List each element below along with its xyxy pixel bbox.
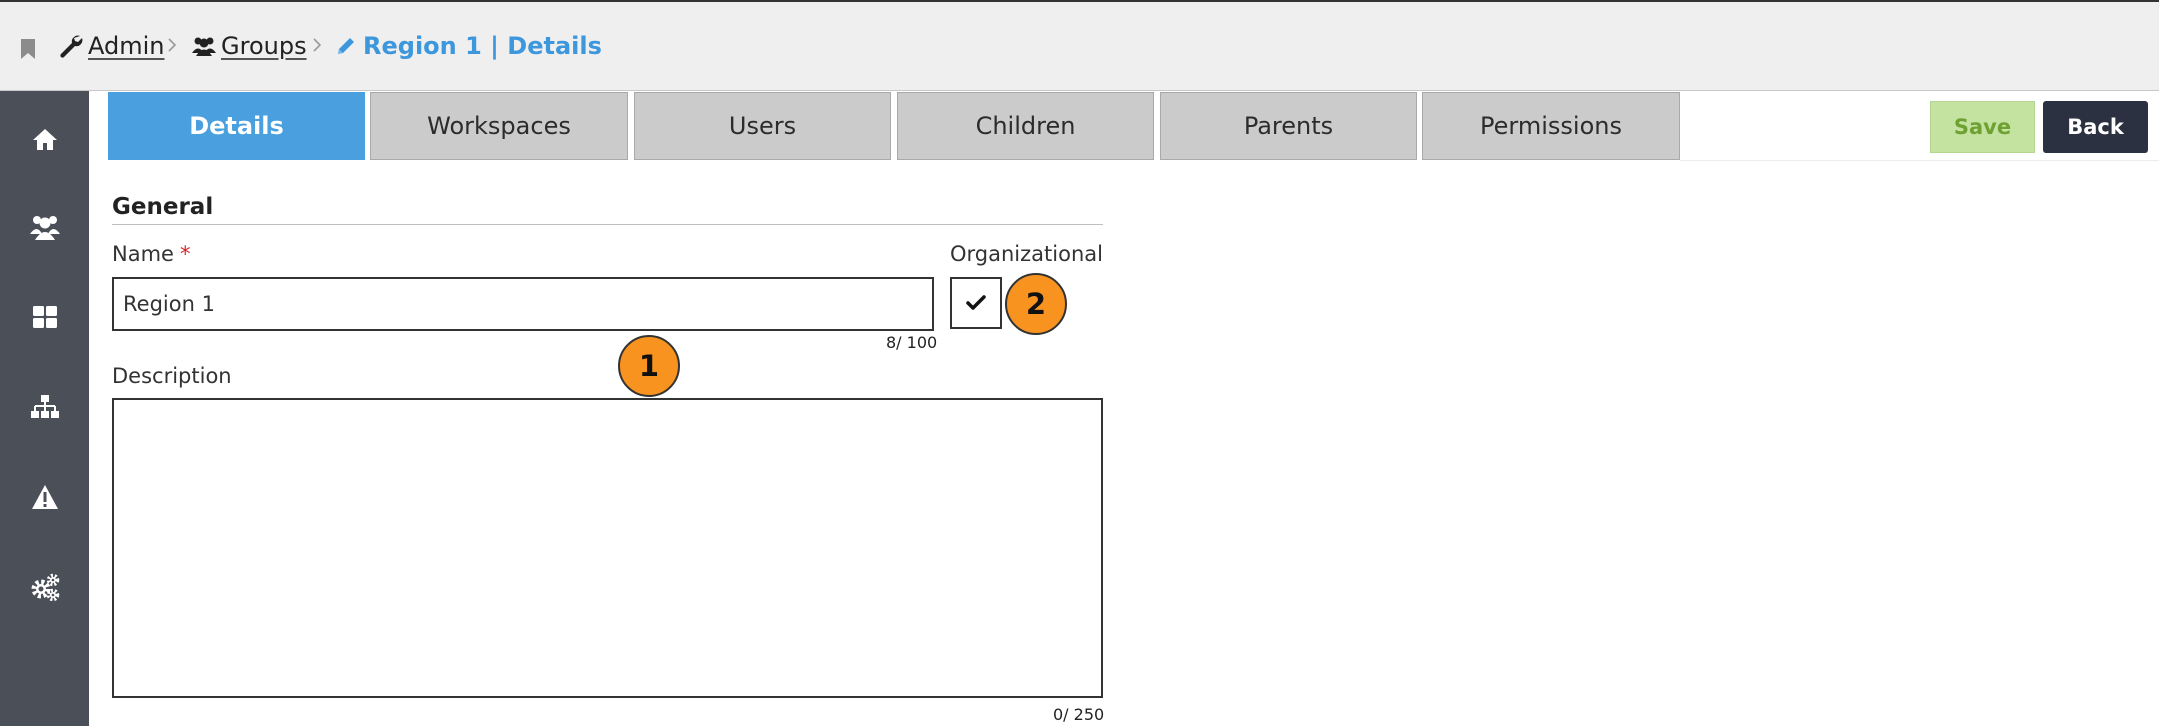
warning-icon [31, 485, 58, 509]
breadcrumb-label[interactable]: Admin [88, 32, 165, 60]
breadcrumb-current: Region 1 | Details [335, 32, 602, 60]
name-char-counter: 8/ 100 [886, 333, 938, 352]
sidebar-item-groups[interactable] [0, 197, 89, 257]
page-title: Region 1 | Details [363, 32, 602, 60]
grid-icon [32, 306, 57, 328]
description-char-counter: 0/ 250 [1053, 705, 1105, 724]
divider [1680, 160, 2159, 161]
name-label: Name * [112, 242, 190, 266]
tab-label: Workspaces [427, 112, 571, 140]
chevron-right-icon [168, 38, 177, 52]
tab-label: Users [728, 112, 797, 140]
users-icon [29, 216, 60, 240]
top-bar: Admin Groups Region 1 | Details [0, 0, 2159, 91]
description-label: Description [112, 364, 232, 388]
divider [112, 224, 1103, 225]
name-field[interactable]: Region 1 [112, 277, 934, 331]
sitemap-icon [30, 395, 59, 418]
tab-label: Parents [1243, 112, 1334, 140]
bookmark-icon[interactable] [20, 38, 36, 60]
breadcrumb-admin[interactable]: Admin [58, 32, 165, 60]
check-icon [966, 295, 986, 310]
tab-children[interactable]: Children [897, 92, 1154, 160]
tab-label: Permissions [1480, 112, 1622, 140]
annotation-marker-1: 1 [618, 335, 680, 397]
tab-label: Details [189, 112, 284, 140]
required-marker: * [179, 242, 191, 266]
sidebar-item-alerts[interactable] [0, 467, 89, 527]
breadcrumb-label[interactable]: Groups [221, 32, 307, 60]
users-icon [192, 37, 216, 56]
organizational-checkbox[interactable] [950, 277, 1002, 329]
name-field-value: Region 1 [123, 292, 215, 316]
save-button[interactable]: Save [1930, 101, 2035, 153]
home-icon [32, 129, 57, 150]
name-label-text: Name [112, 242, 174, 266]
sidebar-item-workspaces[interactable] [0, 287, 89, 347]
tab-permissions[interactable]: Permissions [1422, 92, 1680, 160]
tab-users[interactable]: Users [634, 92, 891, 160]
sidebar-item-settings[interactable] [0, 557, 89, 617]
breadcrumb-groups[interactable]: Groups [191, 32, 307, 60]
tab-parents[interactable]: Parents [1160, 92, 1417, 160]
back-button[interactable]: Back [2043, 101, 2148, 153]
tab-label: Children [975, 112, 1076, 140]
wrench-icon [60, 35, 83, 58]
pencil-icon [338, 38, 354, 54]
chevron-right-icon [313, 38, 322, 52]
tab-details[interactable]: Details [108, 92, 365, 160]
organizational-label: Organizational [950, 242, 1103, 266]
sidebar-item-hierarchy[interactable] [0, 377, 89, 437]
section-title: General [112, 194, 214, 220]
sidebar [0, 91, 89, 726]
annotation-marker-2: 2 [1005, 273, 1067, 335]
tab-workspaces[interactable]: Workspaces [370, 92, 628, 160]
cogs-icon [31, 573, 59, 601]
description-field[interactable] [112, 398, 1103, 698]
sidebar-item-home[interactable] [0, 109, 89, 169]
